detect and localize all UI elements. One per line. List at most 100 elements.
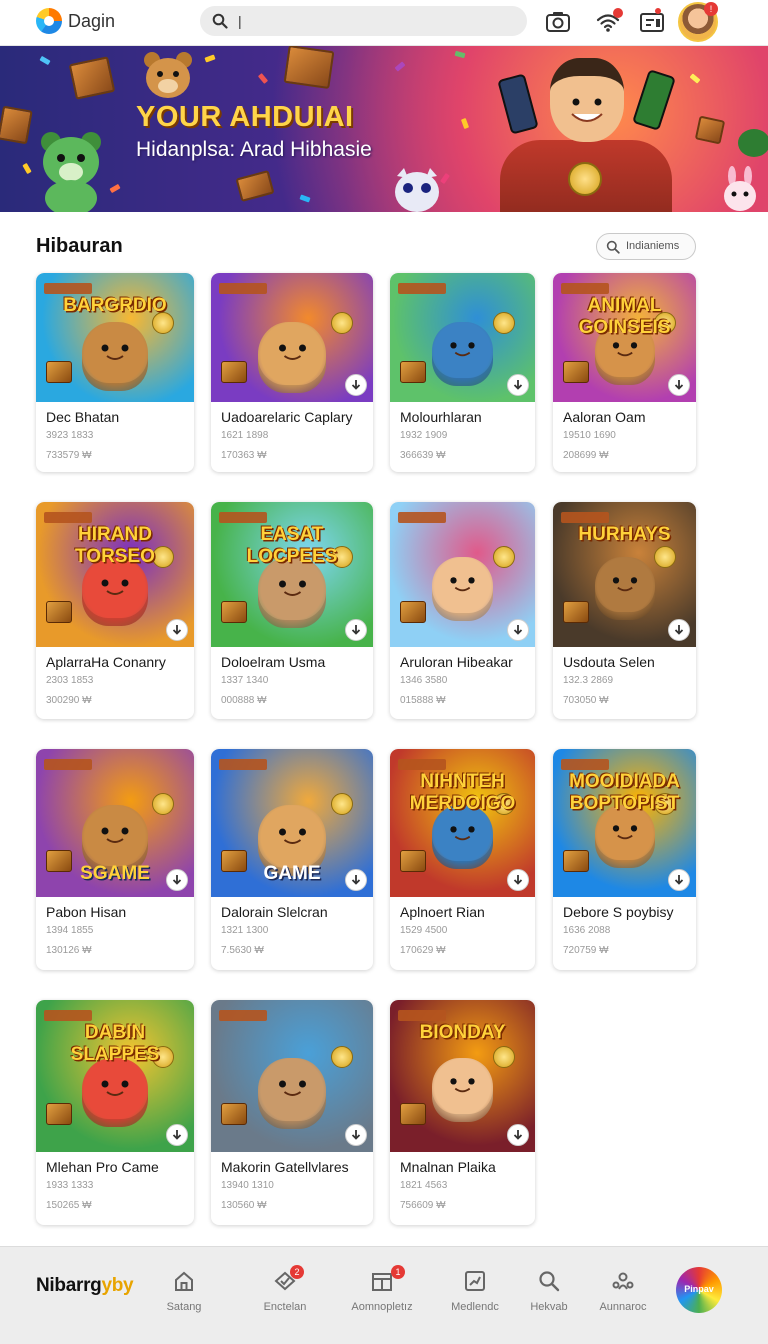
section-title: Hibauran	[36, 235, 123, 257]
download-button[interactable]	[507, 1124, 529, 1146]
game-thumbnail[interactable]	[390, 502, 535, 647]
download-button[interactable]	[668, 869, 690, 891]
game-thumbnail[interactable]: SGAME	[36, 749, 194, 897]
game-card[interactable]: BIONDAY Mnalnan Plaika 1821 4563 756609 ₩	[390, 1000, 535, 1225]
game-thumbnail[interactable]	[211, 1000, 373, 1152]
inbox-icon[interactable]	[639, 9, 665, 35]
thumbnail-title: NIHNTEH MERDOIGO	[409, 771, 516, 814]
confetti	[460, 117, 470, 130]
search-icon[interactable]	[212, 13, 228, 29]
game-card[interactable]: MOOIDIADA BOPTOPIST Debore S poybisy 1636 …	[553, 749, 696, 970]
game-title: Aaloran Oam	[563, 409, 646, 425]
game-card[interactable]: SGAME Pabon Hisan 1394 1855 130126 ₩	[36, 749, 194, 970]
download-button[interactable]	[166, 1124, 188, 1146]
thumbnail-title: EASAT LOCPEES	[246, 524, 338, 567]
game-thumbnail[interactable]: MOOIDIADA BOPTOPIST	[553, 749, 696, 897]
download-button[interactable]	[345, 619, 367, 641]
game-thumbnail[interactable]: HURHAYS	[553, 502, 696, 647]
game-title: Dalorain Slelcran	[221, 904, 328, 920]
game-price: 720759 ₩	[563, 945, 609, 956]
download-icon	[172, 875, 182, 885]
game-stats: 1821 4563	[400, 1180, 448, 1191]
download-button[interactable]	[345, 1124, 367, 1146]
game-thumbnail[interactable]	[211, 273, 373, 402]
game-price: 150265 ₩	[46, 1200, 92, 1211]
game-card[interactable]: BARGRDIO Dec Bhatan 3923 1833 733579 ₩	[36, 273, 194, 472]
game-card[interactable]: Uadoarelaric Caplary 1621 1898 170363 ₩	[211, 273, 373, 472]
search-bar[interactable]	[200, 6, 527, 36]
game-thumbnail[interactable]: NIHNTEH MERDOIGO	[390, 749, 535, 897]
logo-icon[interactable]	[36, 8, 62, 34]
character-face	[450, 1078, 475, 1093]
game-thumbnail[interactable]: ANIMAL GOINSEIS	[553, 273, 696, 402]
nav-item-store[interactable]: 1 Aomnopletız	[337, 1265, 427, 1321]
download-button[interactable]	[507, 619, 529, 641]
game-thumbnail[interactable]: BARGRDIO	[36, 273, 194, 402]
download-button[interactable]	[507, 374, 529, 396]
community-icon	[612, 1272, 634, 1290]
notification-badge	[613, 8, 623, 18]
prop-illustration	[563, 361, 589, 383]
download-button[interactable]	[668, 619, 690, 641]
download-button[interactable]	[507, 869, 529, 891]
game-card[interactable]: HURHAYS Usdouta Selen 132.3 2869 703050 ₩	[553, 502, 696, 719]
game-title: Dec Bhatan	[46, 409, 120, 425]
nav-item-home[interactable]: Satang	[139, 1269, 229, 1321]
download-icon	[513, 1130, 523, 1140]
coin-illustration	[331, 1046, 353, 1068]
game-price: 300290 ₩	[46, 695, 92, 706]
filter-button[interactable]: Indianiems	[596, 233, 696, 260]
camera-icon[interactable]	[545, 9, 571, 35]
game-card[interactable]: EASAT LOCPEES Doloelram Usma 1337 1340 0008…	[211, 502, 373, 719]
gift-box-illustration	[283, 46, 335, 90]
confetti	[39, 55, 51, 66]
download-icon	[674, 875, 684, 885]
game-price: 130126 ₩	[46, 945, 92, 956]
nav-item-rewards[interactable]: 2 Enctelan	[240, 1265, 330, 1321]
download-button[interactable]	[345, 374, 367, 396]
coin-illustration	[493, 546, 515, 568]
banner-subtitle: Hidanplsa: Arad Hibhasie	[136, 138, 372, 161]
prop-illustration	[563, 850, 589, 872]
game-title: Aplnoert Rian	[400, 904, 485, 920]
game-thumbnail[interactable]: DABIN SLAPPES	[36, 1000, 194, 1152]
game-thumbnail[interactable]: BIONDAY	[390, 1000, 535, 1152]
prop-illustration	[46, 1103, 72, 1125]
game-card[interactable]: GAME Dalorain Slelcran 1321 1300 7.5630 ₩	[211, 749, 373, 970]
game-title: Usdouta Selen	[563, 654, 655, 670]
thumbnail-tag	[219, 283, 267, 294]
brand-logo[interactable]: Nibarrgyby	[36, 1275, 134, 1297]
game-thumbnail[interactable]	[390, 273, 535, 402]
search-input[interactable]	[238, 11, 508, 31]
game-thumbnail[interactable]: EASAT LOCPEES	[211, 502, 373, 647]
app-name[interactable]: Dagin	[68, 11, 115, 32]
game-stats: 13940 1310	[221, 1180, 274, 1191]
search-icon	[606, 240, 620, 254]
game-card[interactable]: Molourhlaran 1932 1909 366639 ₩	[390, 273, 535, 472]
game-card[interactable]: Aruloran Hibeakar 1346 3580 015888 ₩	[390, 502, 535, 719]
promo-banner[interactable]: YOUR AHDUIAI Hidanplsa: Arad Hibhasie	[0, 46, 768, 212]
game-card[interactable]: HIRAND TORSEO AplarraHa Conanry 2303 1853 3…	[36, 502, 194, 719]
download-button[interactable]	[166, 869, 188, 891]
game-stats: 19510 1690	[563, 430, 616, 441]
nav-badge: 1	[391, 1265, 405, 1279]
confetti	[109, 183, 121, 194]
brand-suffix: yby	[101, 1275, 134, 1296]
game-price: 015888 ₩	[400, 695, 446, 706]
download-button[interactable]	[668, 374, 690, 396]
thumbnail-title: DABIN SLAPPES	[70, 1022, 160, 1065]
game-thumbnail[interactable]: GAME	[211, 749, 373, 897]
prop-illustration	[400, 1103, 426, 1125]
game-thumbnail[interactable]: HIRAND TORSEO	[36, 502, 194, 647]
nav-item-community[interactable]: Aunnaroc	[578, 1269, 668, 1321]
game-card[interactable]: Makorin Gatellvlares 13940 1310 130560 ₩	[211, 1000, 373, 1225]
download-button[interactable]	[345, 869, 367, 891]
download-button[interactable]	[166, 619, 188, 641]
thumbnail-tag	[219, 759, 267, 770]
game-card[interactable]: NIHNTEH MERDOIGO Aplnoert Rian 1529 4500 17…	[390, 749, 535, 970]
coin-illustration	[152, 793, 174, 815]
game-card[interactable]: DABIN SLAPPES Mlehan Pro Came 1933 1333 150…	[36, 1000, 194, 1225]
gift-box-illustration	[68, 56, 116, 100]
game-card[interactable]: ANIMAL GOINSEIS Aaloran Oam 19510 1690 2086…	[553, 273, 696, 472]
download-icon	[513, 625, 523, 635]
